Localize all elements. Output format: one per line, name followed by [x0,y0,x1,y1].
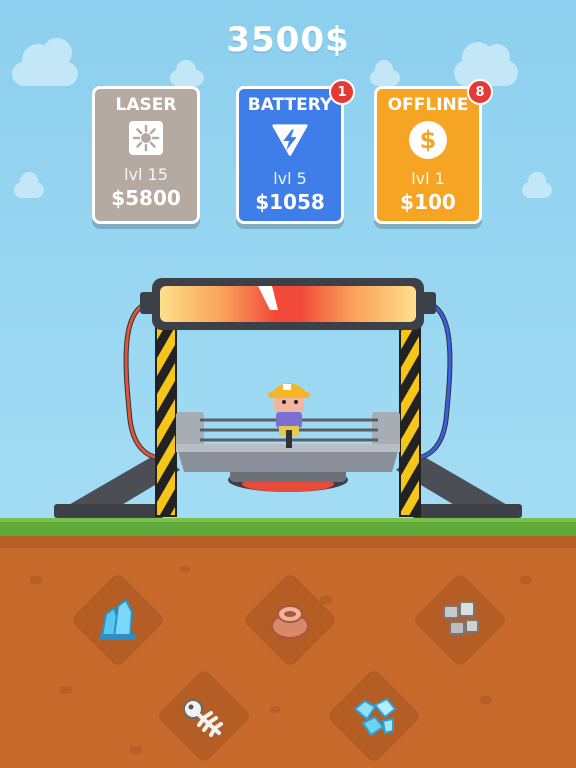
card-price: $1058 [255,190,325,214]
fish-bone-icon[interactable] [174,686,234,746]
diamond-shards-icon[interactable] [344,686,404,746]
offline-upgrade-card[interactable]: 8 OFFLINE $ lvl 1 $100 [374,79,493,224]
laser-icon [129,121,163,155]
laser-machine [54,278,522,518]
notification-badge: 1 [329,79,355,105]
card-title: BATTERY [247,95,333,115]
card-price: $5800 [111,186,181,210]
left-pillar [155,319,177,517]
cloud [522,172,552,198]
card-level: lvl 1 [411,169,445,188]
card-title: OFFLINE [387,95,469,115]
grass-strip [0,518,576,536]
cloud [370,60,400,86]
dollar-coin-icon: $ [409,121,447,159]
cloud [14,172,44,198]
clay-pot-icon[interactable] [260,590,320,650]
laser-upgrade-card[interactable]: LASER lvl 15 $5800 [92,86,200,224]
cloud [12,38,78,86]
card-level: lvl 15 [124,165,168,184]
miner-character [268,383,310,448]
battery-upgrade-card[interactable]: 1 BATTERY lvl 5 $1058 [236,79,355,224]
card-level: lvl 5 [273,169,307,188]
svg-text:$: $ [420,126,437,154]
card-price: $100 [400,190,456,214]
cloud [170,60,204,86]
card-title: LASER [115,95,177,115]
notification-badge: 8 [467,79,493,105]
right-pillar [399,319,421,517]
lightning-icon [271,121,309,159]
blue-crystal-icon[interactable] [88,590,148,650]
money-counter: 3500$ [226,20,350,60]
stone-cubes-icon[interactable] [430,590,490,650]
